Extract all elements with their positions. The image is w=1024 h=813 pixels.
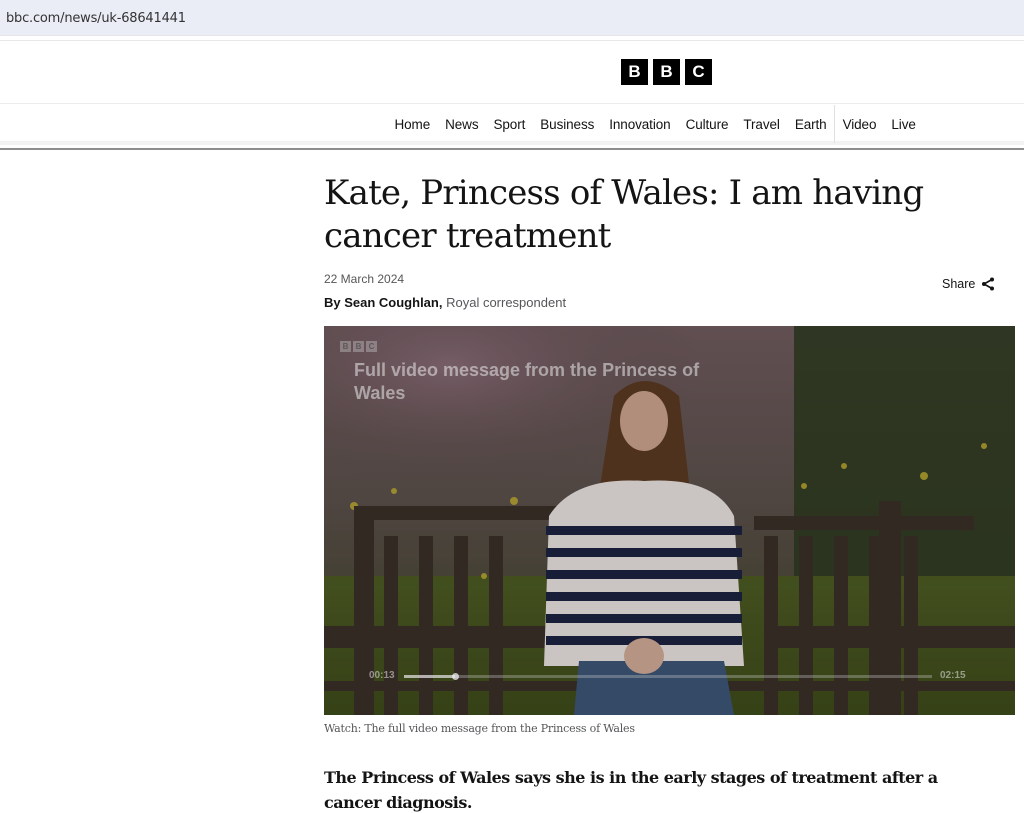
- video-bbc-logo: B B C: [340, 341, 377, 352]
- nav-item-innovation[interactable]: Innovation: [602, 105, 678, 143]
- nav-item-business[interactable]: Business: [533, 105, 602, 143]
- logo-letter: C: [685, 59, 712, 85]
- share-icon: [982, 277, 995, 291]
- logo-letter: B: [340, 341, 351, 352]
- main-nav: Home News Sport Business Innovation Cult…: [0, 105, 1024, 145]
- video-scrubber-handle[interactable]: [451, 673, 459, 680]
- logo-letter: B: [353, 341, 364, 352]
- logo-letter: B: [621, 59, 648, 85]
- author-role: Royal correspondent: [446, 295, 567, 310]
- article-lede: The Princess of Wales says she is in the…: [324, 768, 938, 812]
- nav-divider: [0, 148, 1024, 150]
- article-date: 22 March 2024: [324, 272, 405, 286]
- browser-address-bar[interactable]: bbc.com/news/uk-68641441: [0, 0, 1024, 36]
- nav-item-video[interactable]: Video: [834, 105, 884, 143]
- author-name[interactable]: By Sean Coughlan,: [324, 295, 442, 310]
- nav-item-news[interactable]: News: [438, 105, 486, 143]
- nav-item-live[interactable]: Live: [884, 105, 923, 143]
- share-label: Share: [942, 277, 976, 291]
- video-overlay-title: Full video message from the Princess of …: [354, 360, 700, 403]
- nav-item-sport[interactable]: Sport: [486, 105, 533, 143]
- url-text[interactable]: bbc.com/news/uk-68641441: [6, 11, 186, 26]
- share-button[interactable]: Share: [942, 277, 995, 291]
- bbc-logo[interactable]: B B C: [621, 59, 712, 85]
- nav-item-culture[interactable]: Culture: [678, 105, 736, 143]
- video-duration: 02:15: [940, 670, 966, 681]
- masthead: B B C: [0, 40, 1024, 104]
- video-progress-fill: [404, 675, 455, 678]
- video-current-time: 00:13: [369, 670, 395, 681]
- video-player[interactable]: B B C Full video message from the Prince…: [324, 326, 1015, 715]
- logo-letter: C: [366, 341, 377, 352]
- nav-item-travel[interactable]: Travel: [736, 105, 787, 143]
- byline: By Sean Coughlan, Royal correspondent: [324, 295, 566, 310]
- video-progress-bar[interactable]: [404, 673, 932, 680]
- article-headline: Kate, Princess of Wales: I am having can…: [324, 173, 924, 256]
- video-caption: Watch: The full video message from the P…: [324, 722, 635, 735]
- logo-letter: B: [653, 59, 680, 85]
- nav-item-home[interactable]: Home: [387, 105, 438, 143]
- nav-item-earth[interactable]: Earth: [787, 105, 834, 143]
